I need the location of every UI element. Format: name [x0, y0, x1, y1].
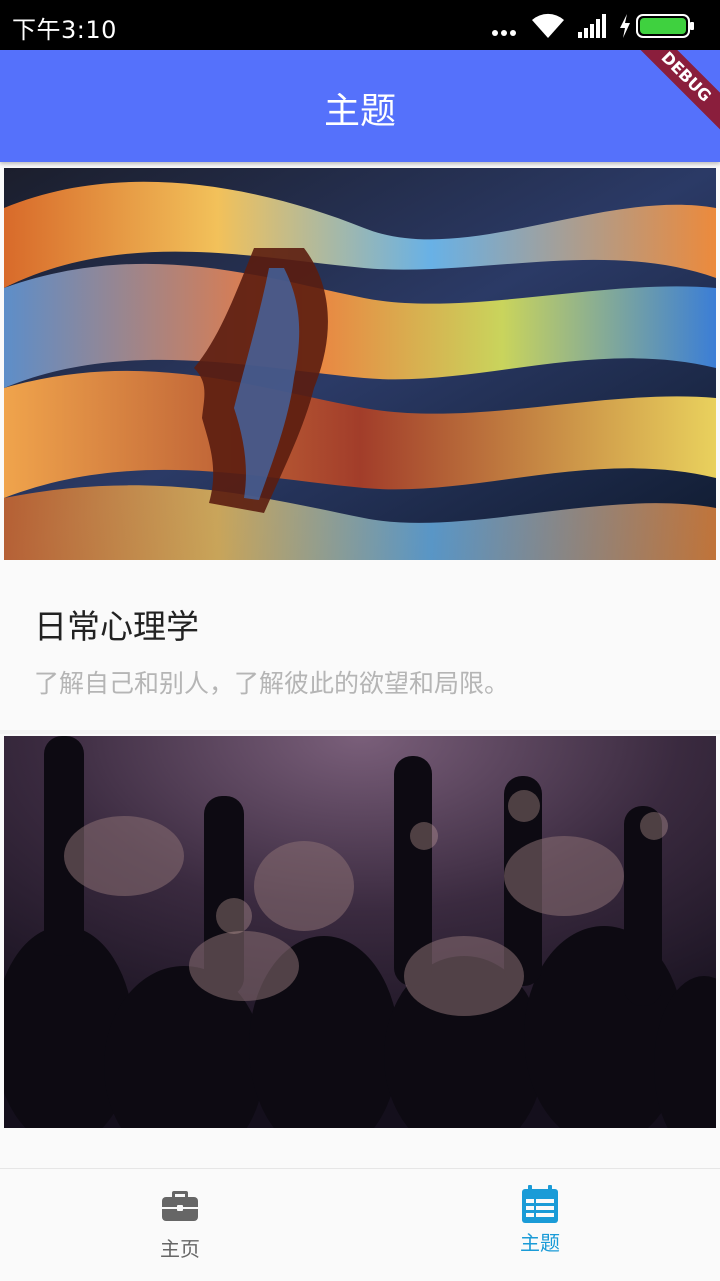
signal-icon — [578, 14, 606, 38]
wifi-icon — [532, 13, 564, 38]
nav-item-home[interactable]: 主页 — [0, 1169, 360, 1281]
topic-image-swirl-face — [4, 168, 716, 560]
status-time: 下午3:10 — [12, 16, 117, 44]
topic-image-concert-crowd — [4, 736, 716, 1128]
nav-label-home: 主页 — [160, 1237, 200, 1261]
briefcase-icon — [162, 1191, 198, 1221]
topic-card[interactable]: 日常心理学 了解自己和别人，了解彼此的欲望和局限。 — [0, 162, 720, 730]
charging-icon — [620, 14, 630, 38]
card-subtitle: 了解自己和别人，了解彼此的欲望和局限。 — [34, 669, 510, 698]
status-bar: 下午3:10 — [0, 0, 720, 50]
topic-card[interactable] — [0, 734, 720, 1168]
nav-label-topic: 主题 — [520, 1231, 560, 1255]
status-icons — [490, 12, 710, 40]
more-dots-icon — [492, 30, 516, 36]
battery-icon — [636, 14, 694, 38]
nav-item-topic[interactable]: 主题 — [360, 1169, 720, 1281]
topic-list[interactable]: 日常心理学 了解自己和别人，了解彼此的欲望和局限。 — [0, 162, 720, 1168]
bottom-navigation: 主页 主题 — [0, 1168, 720, 1281]
app-bar: 主题 DEBUG — [0, 50, 720, 162]
page-title: 主题 — [323, 91, 396, 132]
card-title: 日常心理学 — [34, 607, 199, 646]
calendar-list-icon — [522, 1185, 558, 1223]
